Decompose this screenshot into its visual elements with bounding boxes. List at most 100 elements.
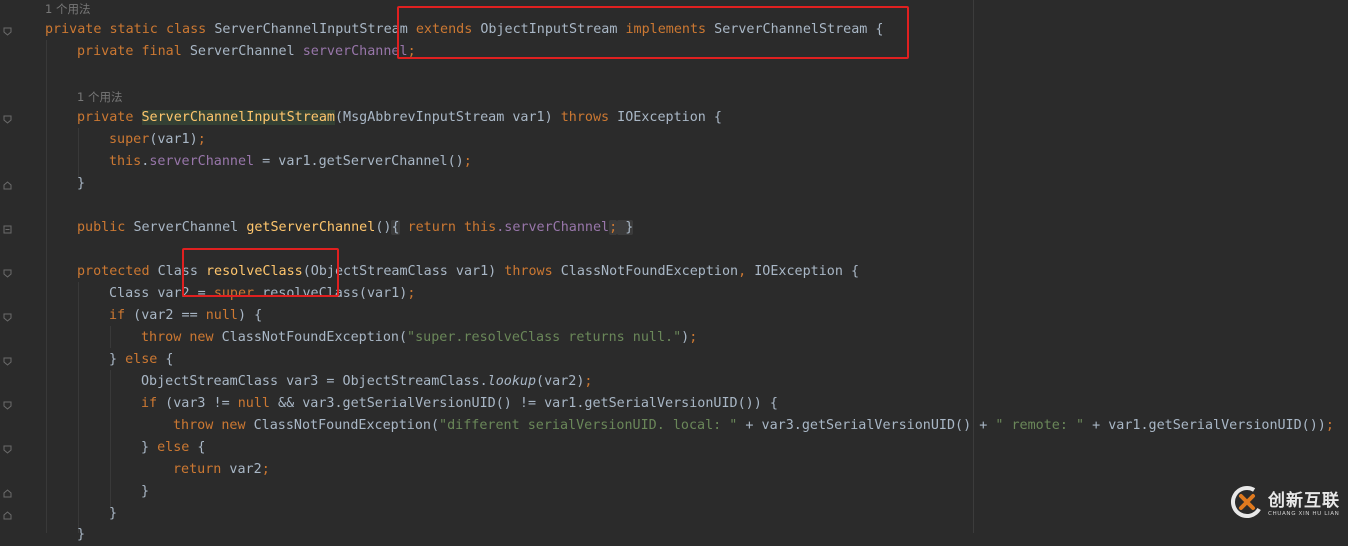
semicolon: ;: [689, 330, 698, 345]
indent-guide: [78, 128, 79, 178]
exception: IOException {: [609, 110, 722, 125]
keyword: this: [464, 220, 497, 235]
code-line[interactable]: }: [109, 503, 117, 525]
keyword: static: [109, 22, 158, 37]
editor-gutter: [0, 0, 30, 533]
code-line[interactable]: if (var3 != null && var3.getSerialVersio…: [141, 393, 778, 415]
keyword: this: [109, 154, 142, 169]
brace: }: [109, 352, 126, 367]
code-line[interactable]: } else {: [141, 437, 206, 459]
fold-marker-icon[interactable]: [3, 357, 12, 366]
fold-marker-icon[interactable]: [3, 445, 12, 454]
watermark-cn: 创新互联: [1268, 490, 1340, 511]
fold-end-marker-icon[interactable]: [3, 181, 12, 190]
code-line-constructor[interactable]: private ServerChannelInputStream(MsgAbbr…: [77, 107, 722, 129]
expression: + var3.getSerialVersionUID() +: [737, 418, 996, 433]
code-line[interactable]: ObjectStreamClass var3 = ObjectStreamCla…: [141, 371, 592, 393]
keyword: else: [157, 440, 190, 455]
semicolon: ;: [197, 132, 206, 147]
fold-marker-icon[interactable]: [3, 269, 12, 278]
params: (MsgAbbrevInputStream var1): [334, 110, 561, 125]
keyword: private final: [77, 44, 182, 59]
chuangxin-logo-icon: [1230, 485, 1264, 523]
fold-marker-icon[interactable]: [3, 115, 12, 124]
annotation-box-extends: [397, 6, 909, 59]
keyword: class: [165, 22, 207, 37]
expression: = var1.getServerChannel(): [254, 154, 464, 169]
semicolon: ;: [609, 220, 618, 235]
folded-brace[interactable]: }: [617, 220, 634, 235]
semicolon: ;: [407, 286, 416, 301]
identifier: var2: [221, 462, 262, 477]
code-line[interactable]: }: [77, 173, 85, 195]
expression: + var1.getSerialVersionUID()): [1084, 418, 1326, 433]
fold-end-marker-icon[interactable]: [3, 511, 12, 520]
keyword: throw new: [141, 330, 214, 345]
exception: ClassNotFoundException: [552, 264, 739, 279]
code-line-field[interactable]: private final ServerChannel serverChanne…: [77, 41, 416, 63]
condition: && var3.getSerialVersionUID() != var1.ge…: [270, 396, 778, 411]
statement: ObjectStreamClass var3 = ObjectStreamCla…: [141, 374, 488, 389]
code-line-getter[interactable]: public ServerChannel getServerChannel(){…: [77, 217, 634, 239]
parens: (): [375, 220, 392, 235]
code-line[interactable]: this.serverChannel = var1.getServerChann…: [109, 151, 472, 173]
keyword: throws: [504, 264, 553, 279]
fold-marker-icon[interactable]: [3, 225, 12, 234]
type-name: ClassNotFoundException(: [213, 330, 408, 345]
class-name: ServerChannelInputStream: [214, 22, 408, 37]
type-name: ServerChannel: [133, 220, 239, 235]
brace: {: [157, 352, 174, 367]
keyword: return: [173, 462, 222, 477]
fold-marker-icon[interactable]: [3, 401, 12, 410]
method-name: getServerChannel: [246, 220, 376, 235]
paren: ): [681, 330, 690, 345]
semicolon: ;: [261, 462, 270, 477]
usage-hint[interactable]: 1 个用法: [45, 1, 90, 17]
keyword: throws: [560, 110, 610, 125]
code-line[interactable]: if (var2 == null) {: [109, 305, 262, 327]
string-literal: "super.resolveClass returns null.": [407, 330, 682, 345]
string-literal: "different serialVersionUID. local: ": [439, 418, 738, 433]
method-name: lookup: [487, 374, 537, 389]
folded-brace[interactable]: {: [391, 220, 400, 235]
constructor-name: ServerChannelInputStream: [141, 110, 335, 125]
field-name: serverChannel: [302, 44, 408, 59]
exception: IOException {: [746, 264, 860, 279]
fold-marker-icon[interactable]: [3, 313, 12, 322]
comma: ,: [738, 264, 747, 279]
code-line[interactable]: }: [77, 524, 85, 546]
right-margin-guide: [973, 0, 974, 533]
keyword: super: [109, 132, 150, 147]
watermark-text: 创新互联 CHUANG XIN HU LIAN: [1268, 491, 1340, 518]
args: (var2): [536, 374, 585, 389]
keyword: private: [77, 110, 134, 125]
type-name: ClassNotFoundException(: [245, 418, 440, 433]
usage-hint[interactable]: 1 个用法: [77, 89, 122, 105]
code-line[interactable]: }: [141, 481, 149, 503]
string-literal: " remote: ": [995, 418, 1085, 433]
brace: }: [141, 440, 158, 455]
keyword: throw new: [173, 418, 246, 433]
indent-guide: [46, 40, 47, 533]
condition: (var3 !=: [157, 396, 238, 411]
field-name: .serverChannel: [496, 220, 610, 235]
keyword: if: [141, 396, 158, 411]
brace: ) {: [238, 308, 263, 323]
code-line[interactable]: throw new ClassNotFoundException("differ…: [173, 415, 1334, 437]
indent-guide: [110, 326, 111, 348]
code-line[interactable]: throw new ClassNotFoundException("super.…: [141, 327, 697, 349]
keyword: private: [45, 22, 102, 37]
semicolon: ;: [1325, 418, 1334, 433]
condition: (var2 ==: [125, 308, 206, 323]
semicolon: ;: [584, 374, 593, 389]
fold-marker-icon[interactable]: [3, 27, 12, 36]
watermark-en: CHUANG XIN HU LIAN: [1268, 510, 1340, 517]
indent-guide: [78, 282, 79, 533]
type-name: ServerChannel: [189, 44, 295, 59]
code-line[interactable]: } else {: [109, 349, 174, 371]
fold-end-marker-icon[interactable]: [3, 489, 12, 498]
watermark: 创新互联 CHUANG XIN HU LIAN: [1230, 485, 1340, 523]
keyword: null: [205, 308, 238, 323]
code-line[interactable]: super(var1);: [109, 129, 206, 151]
code-line[interactable]: return var2;: [173, 459, 270, 481]
